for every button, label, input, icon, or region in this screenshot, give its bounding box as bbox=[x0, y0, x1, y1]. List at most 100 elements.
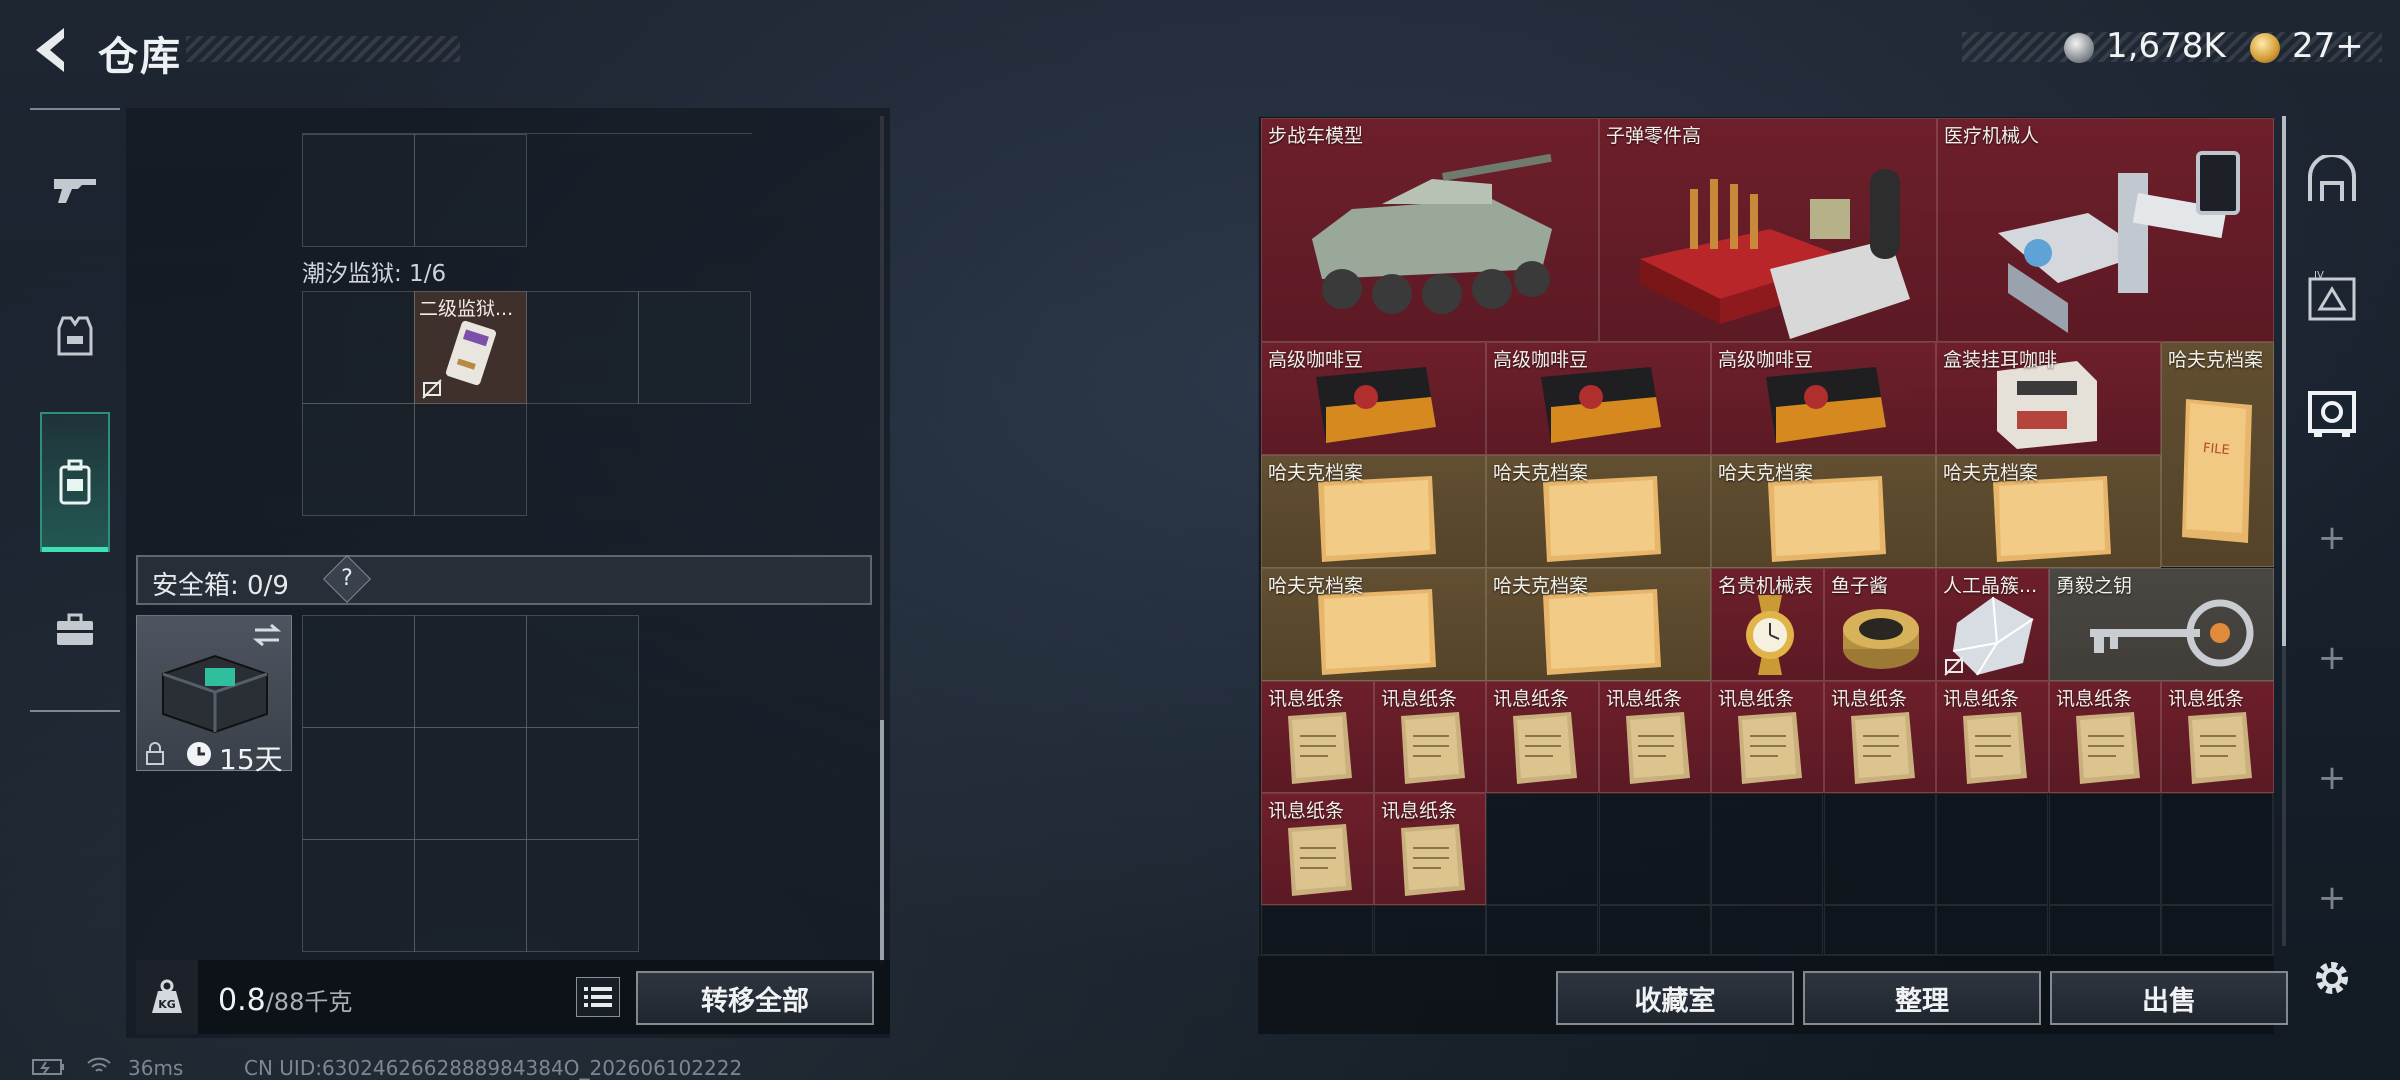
grid-cell[interactable] bbox=[414, 403, 527, 516]
stash-cell[interactable] bbox=[1711, 905, 1823, 955]
stash-item-coffee-beans[interactable]: 高级咖啡豆 bbox=[1261, 342, 1486, 455]
stash-item-caviar[interactable]: 鱼子酱 bbox=[1824, 568, 1936, 681]
stash-item-note[interactable]: 讯息纸条 bbox=[1599, 681, 1711, 793]
stash-item-medical-robot[interactable]: 医疗机械人 bbox=[1937, 118, 2274, 342]
stash-item-harvac-file[interactable]: 哈夫克档案 bbox=[1486, 568, 1711, 681]
nav-backpack-tab[interactable] bbox=[40, 412, 110, 552]
document-file-icon bbox=[1993, 476, 2111, 562]
stash-cell[interactable] bbox=[1711, 793, 1823, 905]
gun-icon bbox=[54, 179, 96, 203]
nav-armor-tab[interactable] bbox=[40, 296, 110, 376]
swap-icon[interactable] bbox=[251, 622, 283, 648]
safebox-cell[interactable] bbox=[414, 727, 527, 840]
stash-item-coffee-beans[interactable]: 高级咖啡豆 bbox=[1711, 342, 1936, 455]
stash-item-note[interactable]: 讯息纸条 bbox=[1824, 681, 1936, 793]
grid-cell[interactable] bbox=[302, 291, 415, 404]
medical-robot-icon bbox=[1998, 151, 2240, 333]
safebox-cell[interactable] bbox=[302, 727, 415, 840]
stash-item-harvac-file[interactable]: 哈夫克档案 bbox=[1261, 455, 1486, 568]
sort-button[interactable]: 整理 bbox=[1803, 971, 2041, 1025]
stash-cell[interactable] bbox=[2049, 905, 2161, 955]
rail-safe-tab[interactable] bbox=[2302, 382, 2362, 442]
stash-cell[interactable] bbox=[1936, 793, 2048, 905]
stash-item-note[interactable]: 讯息纸条 bbox=[1711, 681, 1824, 793]
safebox-cell[interactable] bbox=[526, 615, 639, 728]
item-label: 哈夫克档案 bbox=[1493, 462, 1589, 484]
grid-cell[interactable] bbox=[414, 134, 527, 247]
transfer-all-button[interactable]: 转移全部 bbox=[636, 971, 874, 1025]
stash-item-coffee-beans[interactable]: 高级咖啡豆 bbox=[1486, 342, 1711, 455]
stash-item-drip-coffee[interactable]: 盒装挂耳咖啡 bbox=[1936, 342, 2161, 455]
stash-item-harvac-file[interactable]: 哈夫克档案 bbox=[1261, 568, 1486, 681]
bullet-parts-icon bbox=[1640, 169, 1910, 339]
prison-keycard-item[interactable]: 二级监狱... bbox=[414, 291, 527, 404]
gold-currency[interactable]: 27+ bbox=[2292, 26, 2364, 66]
item-label: 哈夫克档案 bbox=[2168, 349, 2264, 371]
stash-item-note[interactable]: 讯息纸条 bbox=[1374, 681, 1486, 793]
stash-cell[interactable] bbox=[2049, 793, 2161, 905]
item-label: 医疗机械人 bbox=[1944, 125, 2040, 147]
rail-add-slot[interactable]: + bbox=[2312, 878, 2352, 918]
grid-cell[interactable] bbox=[302, 134, 415, 247]
stash-cell[interactable] bbox=[1936, 905, 2048, 955]
stash-item-artificial-crystal[interactable]: 人工晶簇... bbox=[1936, 568, 2049, 681]
stash-cell[interactable] bbox=[1261, 905, 1373, 955]
grid-cell[interactable] bbox=[638, 291, 751, 404]
stash-item-harvac-file[interactable]: 哈夫克档案 bbox=[1936, 455, 2161, 568]
item-label: 哈夫克档案 bbox=[1268, 575, 1364, 597]
rail-add-slot[interactable]: + bbox=[2312, 518, 2352, 558]
list-view-button[interactable] bbox=[576, 977, 620, 1017]
container-level-icon: IV bbox=[2308, 270, 2356, 321]
silver-currency[interactable]: 1,678K bbox=[2106, 26, 2226, 66]
rail-add-slot[interactable]: + bbox=[2312, 638, 2352, 678]
safebox-cell[interactable] bbox=[302, 839, 415, 952]
stash-cell[interactable] bbox=[1374, 905, 1486, 955]
safebox-cell[interactable] bbox=[302, 615, 415, 728]
rail-add-slot[interactable]: + bbox=[2312, 758, 2352, 798]
stash-cell[interactable] bbox=[1824, 905, 1936, 955]
no-insure-icon bbox=[422, 379, 442, 399]
battery-icon bbox=[32, 1059, 64, 1075]
stash-item-note[interactable]: 讯息纸条 bbox=[2049, 681, 2161, 793]
safebox-item[interactable]: 15天 bbox=[136, 615, 292, 776]
stash-item-ifv-model[interactable]: 步战车模型 bbox=[1261, 118, 1599, 342]
left-scrollbar-thumb[interactable] bbox=[880, 720, 884, 960]
item-label: 讯息纸条 bbox=[1268, 688, 1345, 710]
stash-cell[interactable] bbox=[2161, 905, 2273, 955]
stash-cell[interactable] bbox=[1599, 905, 1711, 955]
stash-item-luxury-watch[interactable]: 名贵机械表 bbox=[1711, 568, 1824, 681]
nav-toolbox-tab[interactable] bbox=[40, 590, 110, 670]
back-arrow-icon[interactable] bbox=[28, 24, 72, 76]
stash-item-note[interactable]: 讯息纸条 bbox=[1374, 793, 1486, 905]
stash-item-note[interactable]: 讯息纸条 bbox=[1936, 681, 2049, 793]
stash-scrollbar-thumb[interactable] bbox=[2282, 116, 2286, 646]
stash-item-harvac-file[interactable]: 哈夫克档案 bbox=[1711, 455, 1936, 568]
stash-item-courage-key[interactable]: 勇毅之钥 bbox=[2049, 568, 2274, 681]
stash-cell[interactable] bbox=[1599, 793, 1711, 905]
stash-cell[interactable] bbox=[1824, 793, 1936, 905]
settings-button[interactable] bbox=[2302, 948, 2362, 1008]
safebox-cell[interactable] bbox=[414, 839, 527, 952]
stash-item-note[interactable]: 讯息纸条 bbox=[1261, 681, 1374, 793]
safebox-timer: 15天 bbox=[219, 743, 283, 776]
collection-room-button[interactable]: 收藏室 bbox=[1556, 971, 1794, 1025]
stash-item-bullet-parts[interactable]: 子弹零件高 bbox=[1599, 118, 1937, 342]
rail-level4-tab[interactable]: IV bbox=[2302, 266, 2362, 326]
stash-item-note[interactable]: 讯息纸条 bbox=[1486, 681, 1599, 793]
nav-weapons-tab[interactable] bbox=[40, 150, 110, 230]
stash-cell[interactable] bbox=[2161, 793, 2273, 905]
keycard-icon bbox=[445, 320, 497, 386]
stash-item-harvac-file-tall[interactable]: 哈夫克档案 FILE bbox=[2161, 342, 2274, 567]
safebox-cell[interactable] bbox=[414, 615, 527, 728]
stash-item-note[interactable]: 讯息纸条 bbox=[2161, 681, 2274, 793]
grid-cell[interactable] bbox=[302, 403, 415, 516]
stash-item-harvac-file[interactable]: 哈夫克档案 bbox=[1486, 455, 1711, 568]
stash-item-note[interactable]: 讯息纸条 bbox=[1261, 793, 1374, 905]
grid-cell[interactable] bbox=[526, 291, 639, 404]
stash-cell[interactable] bbox=[1486, 905, 1598, 955]
stash-cell[interactable] bbox=[1486, 793, 1598, 905]
sell-button[interactable]: 出售 bbox=[2050, 971, 2288, 1025]
safebox-cell[interactable] bbox=[526, 839, 639, 952]
safebox-cell[interactable] bbox=[526, 727, 639, 840]
rail-stash-tab[interactable] bbox=[2302, 150, 2362, 210]
